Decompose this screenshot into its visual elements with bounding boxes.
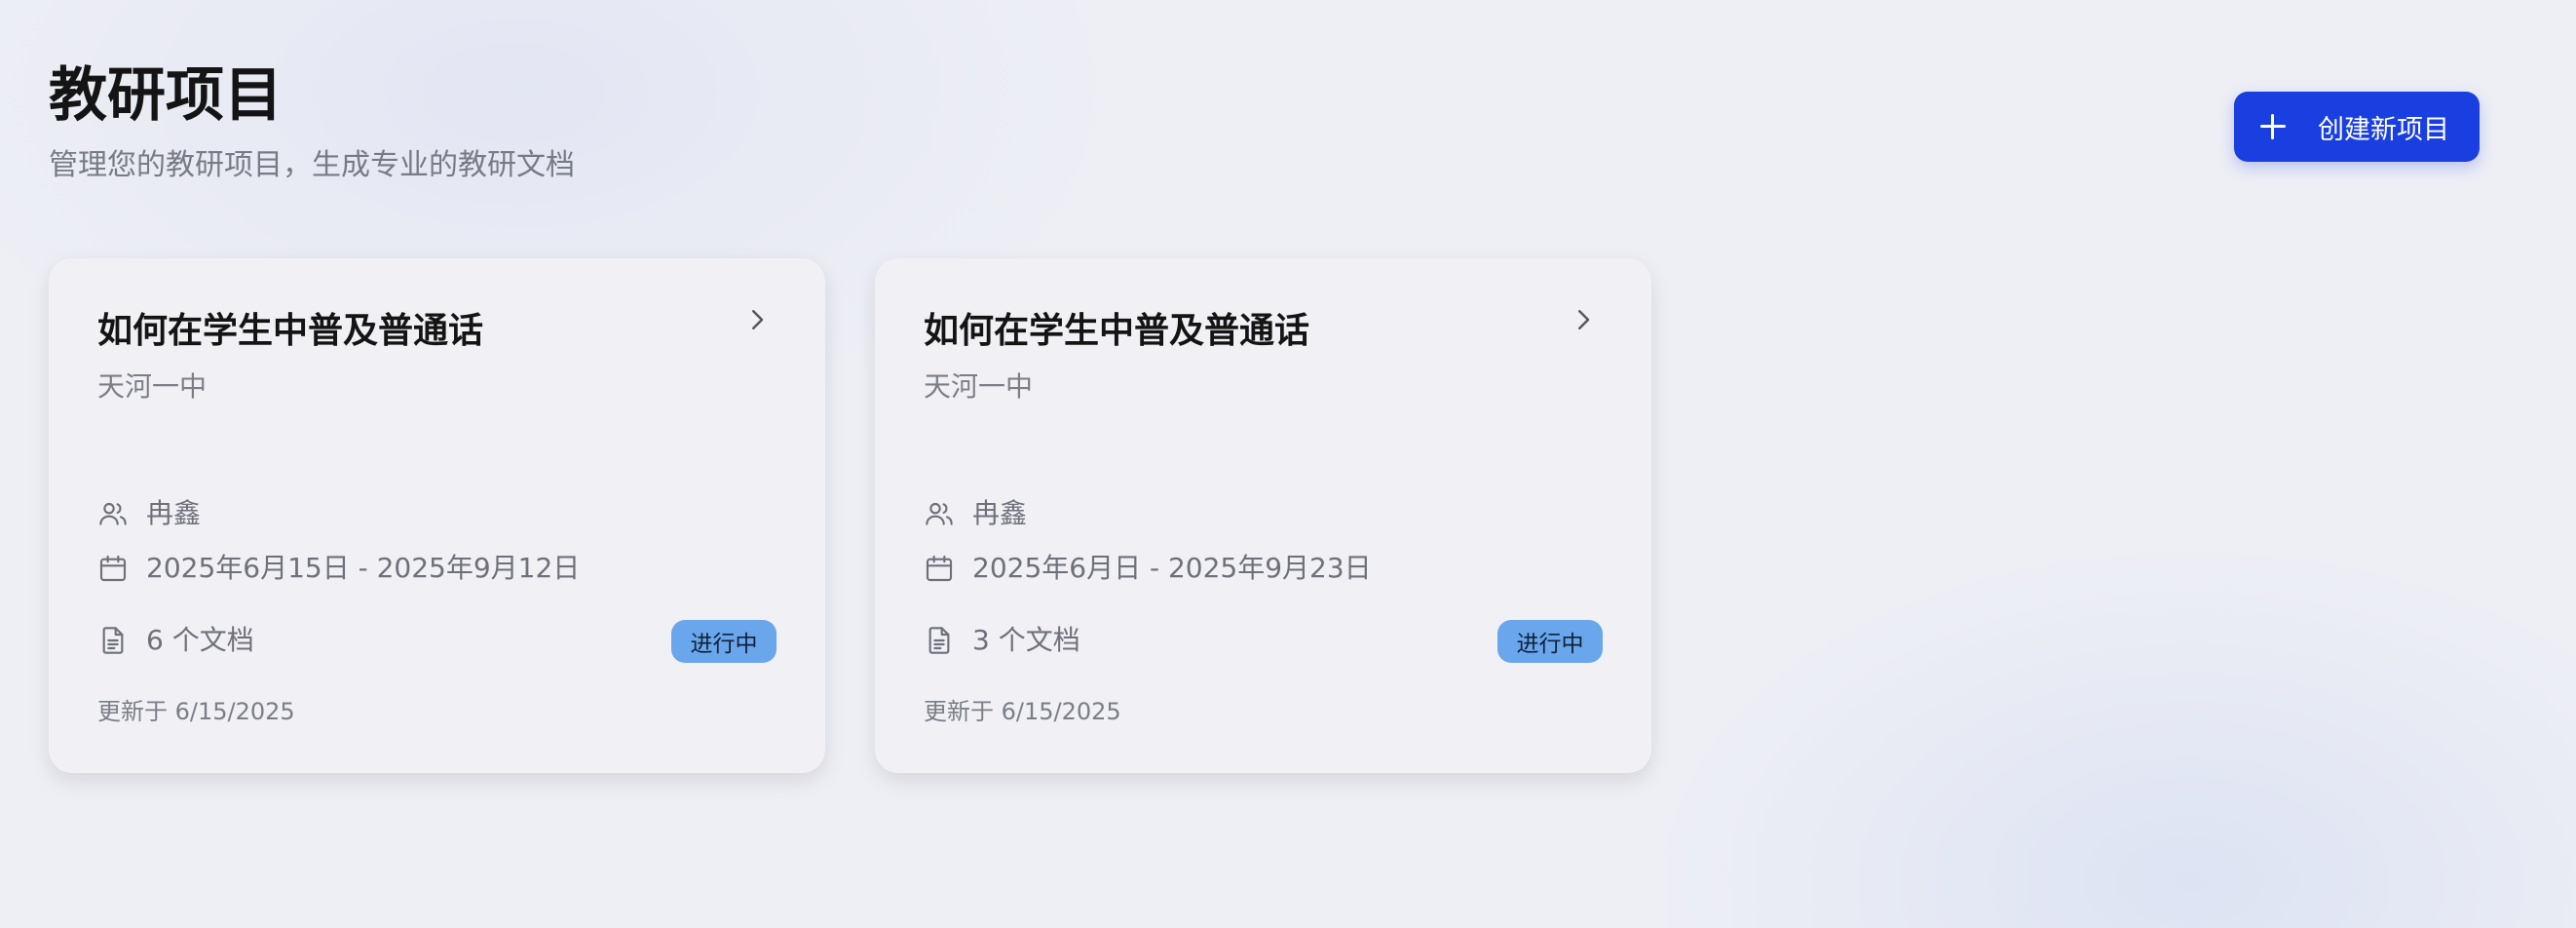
project-owner-row: 冉鑫 [924,494,1027,533]
create-project-label: 创建新项目 [2318,114,2449,144]
project-card[interactable]: 如何在学生中普及普通话 天河一中 冉鑫 2025年6月15日 - 2025年9月… [49,258,825,773]
page-subtitle: 管理您的教研项目，生成专业的教研文档 [49,148,575,182]
document-icon [928,627,950,654]
project-owner-row: 冉鑫 [97,494,201,533]
project-school: 天河一中 [924,370,1034,403]
users-icon [99,502,127,525]
project-docs-row: 6 个文档 [97,621,254,660]
calendar-icon [99,555,127,582]
project-doc-count: 3 个文档 [972,624,1080,656]
document-icon [102,627,124,654]
project-docs-row: 3 个文档 [924,621,1080,660]
project-dates: 2025年6月日 - 2025年9月23日 [972,552,1372,584]
page-title: 教研项目 [49,61,283,130]
page-header: 教研项目 管理您的教研项目，生成专业的教研文档 [49,57,575,185]
project-owner: 冉鑫 [146,497,202,529]
project-dates: 2025年6月15日 - 2025年9月12日 [146,552,581,584]
project-doc-count: 6 个文档 [146,624,254,656]
chevron-right-icon[interactable] [1569,305,1598,334]
calendar-icon [926,555,953,582]
project-updated: 更新于 6/15/2025 [97,698,295,725]
project-card[interactable]: 如何在学生中普及普通话 天河一中 冉鑫 2025年6月日 - 2025年9月23… [875,258,1651,773]
project-school: 天河一中 [97,370,208,403]
project-title: 如何在学生中普及普通话 [97,311,484,351]
status-badge: 进行中 [671,620,777,663]
chevron-right-icon[interactable] [742,305,772,334]
users-icon [926,502,953,525]
project-dates-row: 2025年6月15日 - 2025年9月12日 [97,549,580,588]
project-owner: 冉鑫 [972,497,1028,529]
plus-icon [2259,113,2287,140]
project-updated: 更新于 6/15/2025 [924,698,1121,725]
status-badge: 进行中 [1497,620,1603,663]
project-title: 如何在学生中普及普通话 [924,311,1310,351]
project-dates-row: 2025年6月日 - 2025年9月23日 [924,549,1372,588]
create-project-button[interactable]: 创建新项目 [2234,92,2480,162]
